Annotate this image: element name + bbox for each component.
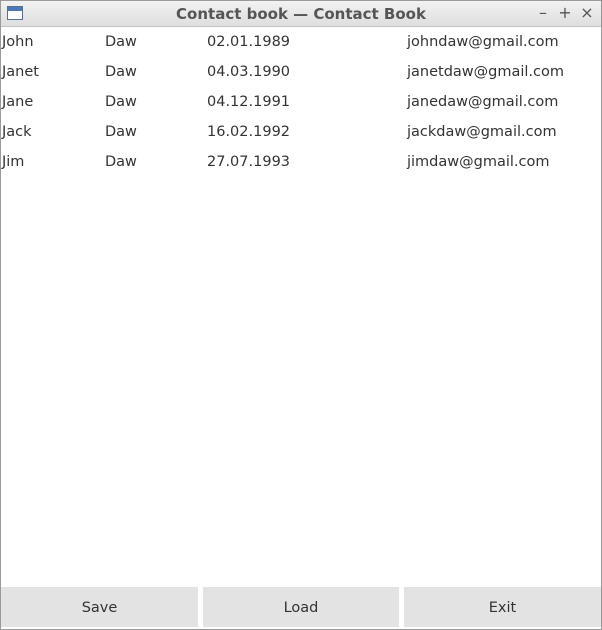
- first-name-cell: Jim: [2, 154, 25, 170]
- close-icon[interactable]: ×: [577, 3, 597, 23]
- table-row[interactable]: Jane Daw 04.12.1991 janedaw@gmail.com: [1, 87, 601, 117]
- exit-button[interactable]: Exit: [404, 587, 601, 627]
- contact-table: John Daw 02.01.1989 johndaw@gmail.com Ja…: [1, 27, 601, 177]
- birthdate-cell: 27.07.1993: [207, 154, 291, 170]
- last-name-cell: Daw: [105, 64, 137, 80]
- main-window: Contact book — Contact Book – + × John D…: [0, 0, 602, 630]
- minimize-icon[interactable]: –: [533, 3, 553, 23]
- birthdate-cell: 04.12.1991: [207, 94, 291, 110]
- window-title: Contact book — Contact Book: [176, 5, 426, 23]
- table-row[interactable]: Jim Daw 27.07.1993 jimdaw@gmail.com: [1, 147, 601, 177]
- button-bar: Save Load Exit: [1, 587, 601, 627]
- title-bar[interactable]: Contact book — Contact Book – + ×: [1, 1, 601, 27]
- first-name-cell: Jack: [2, 124, 32, 140]
- maximize-icon[interactable]: +: [555, 3, 575, 23]
- first-name-cell: John: [2, 34, 34, 50]
- table-row[interactable]: John Daw 02.01.1989 johndaw@gmail.com: [1, 27, 601, 57]
- last-name-cell: Daw: [105, 94, 137, 110]
- save-button[interactable]: Save: [1, 587, 198, 627]
- birthdate-cell: 04.03.1990: [207, 64, 291, 80]
- table-row[interactable]: Jack Daw 16.02.1992 jackdaw@gmail.com: [1, 117, 601, 147]
- last-name-cell: Daw: [105, 34, 137, 50]
- email-cell: jackdaw@gmail.com: [407, 124, 557, 140]
- last-name-cell: Daw: [105, 154, 137, 170]
- birthdate-cell: 02.01.1989: [207, 34, 291, 50]
- email-cell: janetdaw@gmail.com: [407, 64, 565, 80]
- first-name-cell: Jane: [2, 94, 34, 110]
- email-cell: janedaw@gmail.com: [407, 94, 559, 110]
- table-row[interactable]: Janet Daw 04.03.1990 janetdaw@gmail.com: [1, 57, 601, 87]
- last-name-cell: Daw: [105, 124, 137, 140]
- birthdate-cell: 16.02.1992: [207, 124, 291, 140]
- load-button[interactable]: Load: [203, 587, 399, 627]
- email-cell: jimdaw@gmail.com: [407, 154, 550, 170]
- first-name-cell: Janet: [2, 64, 39, 80]
- email-cell: johndaw@gmail.com: [407, 34, 559, 50]
